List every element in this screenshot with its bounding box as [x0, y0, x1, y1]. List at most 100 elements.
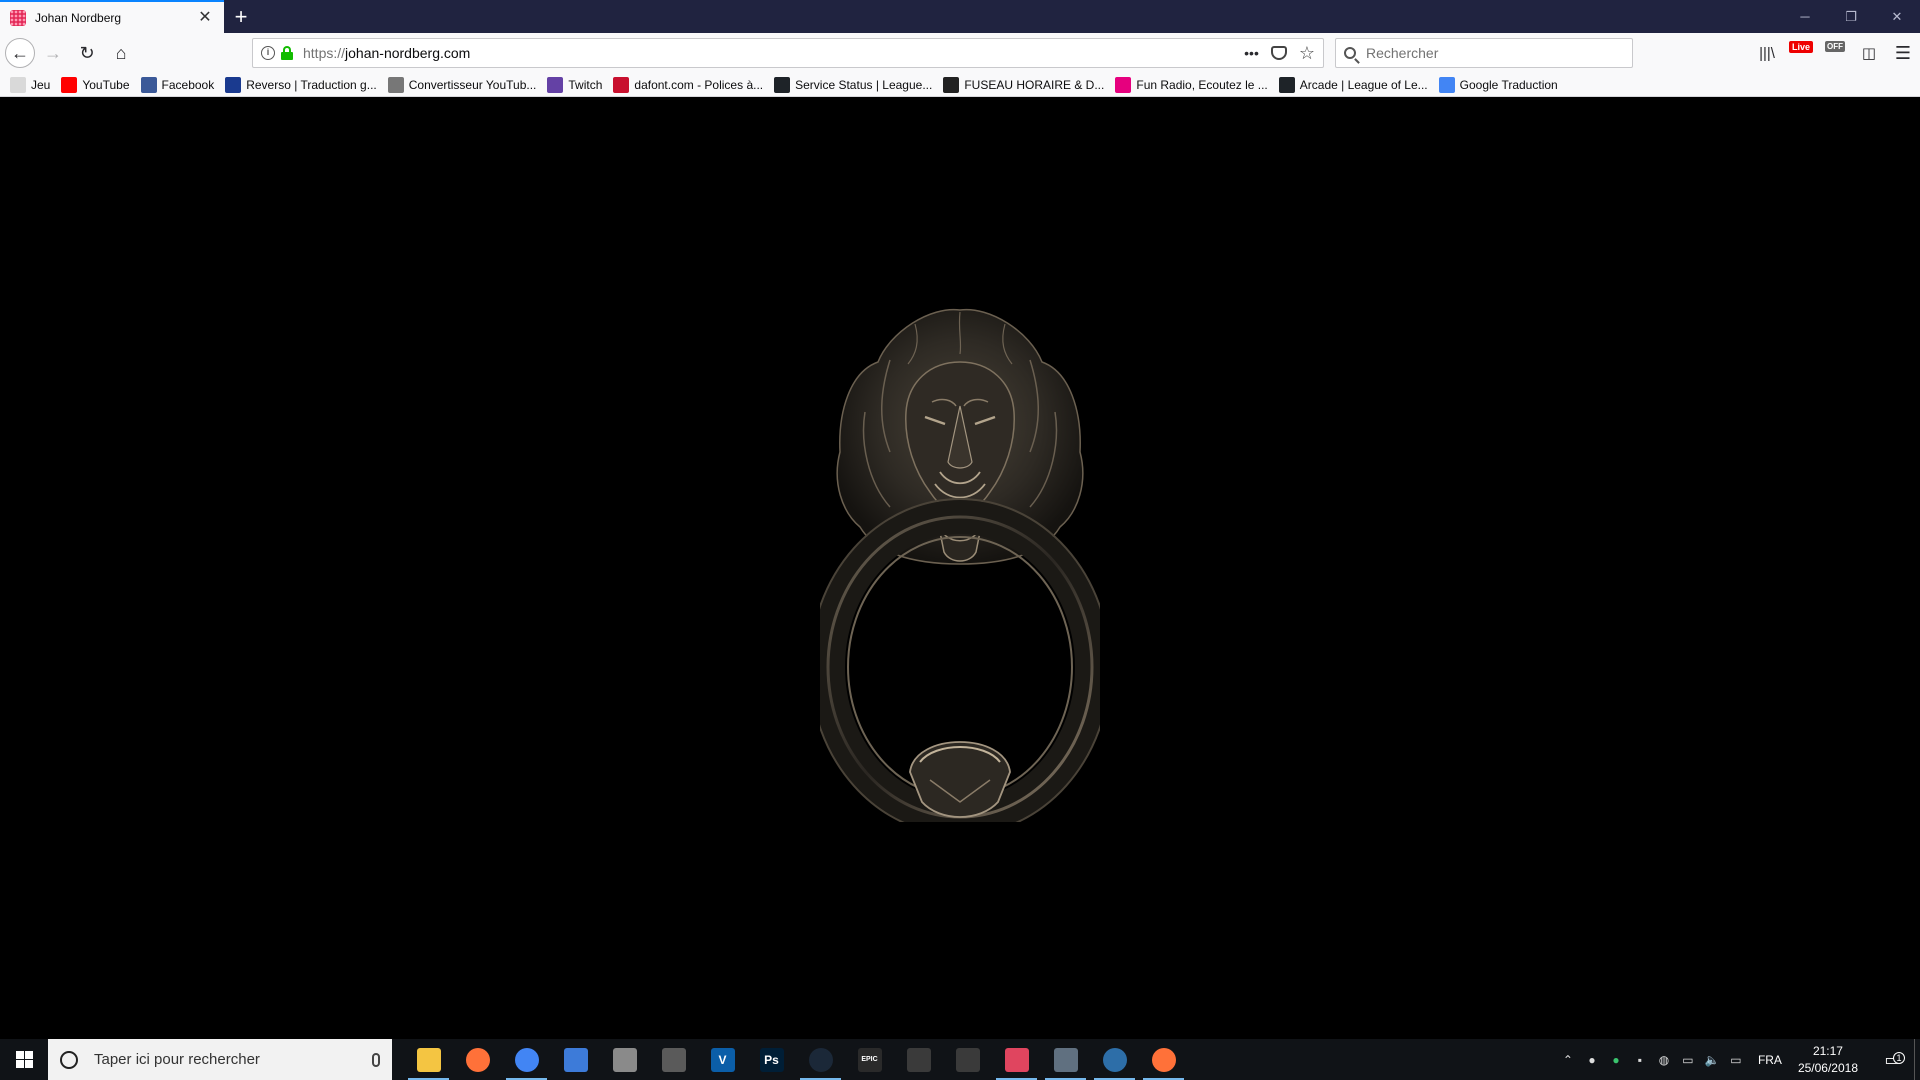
bookmark-5[interactable]: Twitch	[547, 76, 603, 93]
live-extension-icon[interactable]: Live	[1784, 37, 1818, 69]
reverso-icon	[225, 76, 242, 93]
bookmark-3[interactable]: Reverso | Traduction g...	[225, 76, 377, 93]
dafont-icon	[613, 76, 630, 93]
bookmark-9[interactable]: Fun Radio, Ecoutez le ...	[1115, 76, 1268, 93]
lock-icon[interactable]	[281, 46, 293, 60]
converter-icon	[387, 76, 404, 93]
search-placeholder: Rechercher	[1366, 45, 1439, 61]
funradio-icon	[1115, 76, 1132, 93]
bookmark-label: Twitch	[568, 77, 603, 92]
taskbar-app-network-app[interactable]	[1090, 1039, 1139, 1080]
bookmark-8[interactable]: FUSEAU HORAIRE & D...	[943, 76, 1105, 93]
bookmark-label: Fun Radio, Ecoutez le ...	[1136, 77, 1268, 92]
page-content[interactable]	[0, 97, 1920, 1039]
taskbar-app-printer-app[interactable]	[1041, 1039, 1090, 1080]
tray-overflow-icon[interactable]: ⌃	[1556, 1053, 1580, 1067]
clock-time: 21:17	[1812, 1043, 1843, 1058]
microphone-icon[interactable]	[372, 1052, 380, 1067]
taskbar-app-thunderbird[interactable]	[551, 1039, 600, 1080]
taskbar-app-steam[interactable]	[796, 1039, 845, 1080]
chrome-icon	[514, 1047, 539, 1072]
toolbar-right: |||\ Live OFF ◫ ☰	[1750, 33, 1920, 73]
restore-button[interactable]: ❐	[1828, 0, 1874, 33]
show-desktop-button[interactable]	[1914, 1039, 1920, 1080]
bookmark-label: Service Status | League...	[795, 77, 933, 92]
taskbar-app-vegas[interactable]: V	[698, 1039, 747, 1080]
bookmark-label: Arcade | League of Le...	[1299, 77, 1428, 92]
tray-drive-icon[interactable]: ▪	[1628, 1053, 1652, 1067]
bookmark-4[interactable]: Convertisseur YouTub...	[387, 76, 536, 93]
taskbar-app-capture-tool[interactable]	[649, 1039, 698, 1080]
windows-taskbar: Taper ici pour rechercher V Ps EPIC ⌃ ● ● …	[0, 1039, 1920, 1080]
league-icon	[774, 76, 791, 93]
info-icon[interactable]: i	[261, 46, 275, 60]
action-center-icon[interactable]: ▭ 1	[1870, 1050, 1914, 1070]
input-language[interactable]: FRA	[1758, 1053, 1782, 1067]
tray-status-icon[interactable]: ●	[1604, 1053, 1628, 1067]
off-extension-icon[interactable]: OFF	[1818, 37, 1852, 69]
bookmark-2[interactable]: Facebook	[140, 76, 214, 93]
bookmark-label: FUSEAU HORAIRE & D...	[964, 77, 1105, 92]
minimize-button[interactable]: ─	[1782, 0, 1828, 33]
taskbar-app-chrome[interactable]	[502, 1039, 551, 1080]
firefox-icon	[465, 1047, 490, 1072]
url-bar[interactable]: i https:// johan-nordberg.com ••• ☆	[252, 38, 1324, 68]
tray-app-icon[interactable]: ●	[1580, 1053, 1604, 1067]
live-badge: Live	[1788, 41, 1813, 53]
menu-icon[interactable]: ☰	[1886, 37, 1920, 69]
close-window-button[interactable]: ✕	[1874, 0, 1920, 33]
printer-app-icon	[1053, 1047, 1078, 1072]
lion-door-knocker-image[interactable]	[820, 302, 1100, 822]
battery-icon[interactable]: ▭	[1676, 1053, 1700, 1067]
home-button[interactable]: ⌂	[105, 37, 137, 69]
page-actions-icon[interactable]: •••	[1244, 45, 1259, 61]
taskbar-app-firefox[interactable]	[453, 1039, 502, 1080]
library-icon[interactable]: |||\	[1750, 37, 1784, 69]
bookmark-star-icon[interactable]: ☆	[1299, 43, 1315, 64]
new-tab-button[interactable]: +	[224, 0, 258, 33]
bookmark-label: Google Traduction	[1459, 77, 1558, 92]
epic-games-icon: EPIC	[857, 1047, 882, 1072]
reload-button[interactable]: ↻	[71, 37, 103, 69]
tab-johan-nordberg[interactable]: Johan Nordberg ✕	[0, 0, 224, 33]
taskbar-app-photoshop[interactable]: Ps	[747, 1039, 796, 1080]
taskbar-search[interactable]: Taper ici pour rechercher	[48, 1039, 392, 1080]
bookmark-1[interactable]: YouTube	[61, 76, 130, 93]
network-icon[interactable]: ▭	[1724, 1053, 1748, 1067]
start-button[interactable]	[0, 1039, 48, 1080]
tray-steam-icon[interactable]: ◍	[1652, 1053, 1676, 1067]
bookmark-label: dafont.com - Polices à...	[634, 77, 764, 92]
taskbar-app-file-explorer[interactable]	[404, 1039, 453, 1080]
url-actions: ••• ☆	[1244, 43, 1315, 64]
bookmark-6[interactable]: dafont.com - Polices à...	[613, 76, 764, 93]
taskbar-apps: V Ps EPIC	[404, 1039, 1188, 1080]
bookmark-0[interactable]: Jeu	[10, 76, 50, 93]
sidebar-icon[interactable]: ◫	[1852, 37, 1886, 69]
navigation-toolbar: ← → ↻ ⌂ i https:// johan-nordberg.com ••…	[0, 33, 1920, 73]
system-tray: ⌃ ● ● ▪ ◍ ▭ 🔈 ▭ FRA 21:17 25/06/2018 ▭ 1	[1556, 1039, 1920, 1080]
bookmark-11[interactable]: Google Traduction	[1438, 76, 1558, 93]
taskbar-app-app-grid[interactable]	[600, 1039, 649, 1080]
taskbar-app-epic-games[interactable]: EPIC	[845, 1039, 894, 1080]
tab-close-icon[interactable]: ✕	[196, 9, 214, 27]
capture-tool-icon	[661, 1047, 686, 1072]
taskbar-app-firefox-2[interactable]	[1139, 1039, 1188, 1080]
clock-date: 25/06/2018	[1797, 1060, 1858, 1075]
taskbar-app-satellite-app[interactable]	[943, 1039, 992, 1080]
forward-button[interactable]: →	[37, 37, 69, 69]
steam-icon	[808, 1047, 833, 1072]
taskbar-app-discord[interactable]	[992, 1039, 1041, 1080]
game-app-icon	[906, 1047, 931, 1072]
pocket-icon[interactable]	[1270, 46, 1287, 60]
bookmark-7[interactable]: Service Status | League...	[774, 76, 933, 93]
url-host: johan-nordberg.com	[345, 45, 471, 61]
windows-logo-icon	[15, 1051, 33, 1068]
search-bar[interactable]: Rechercher	[1335, 38, 1633, 68]
volume-icon[interactable]: 🔈	[1700, 1053, 1724, 1067]
taskbar-app-game-app[interactable]	[894, 1039, 943, 1080]
back-button[interactable]: ←	[5, 38, 35, 68]
bookmark-10[interactable]: Arcade | League of Le...	[1278, 76, 1428, 93]
screen: Johan Nordberg ✕ + ─ ❐ ✕ ← → ↻ ⌂ i https…	[0, 0, 1920, 1080]
clock[interactable]: 21:17 25/06/2018	[1798, 1043, 1858, 1077]
tab-title: Johan Nordberg	[35, 10, 122, 25]
